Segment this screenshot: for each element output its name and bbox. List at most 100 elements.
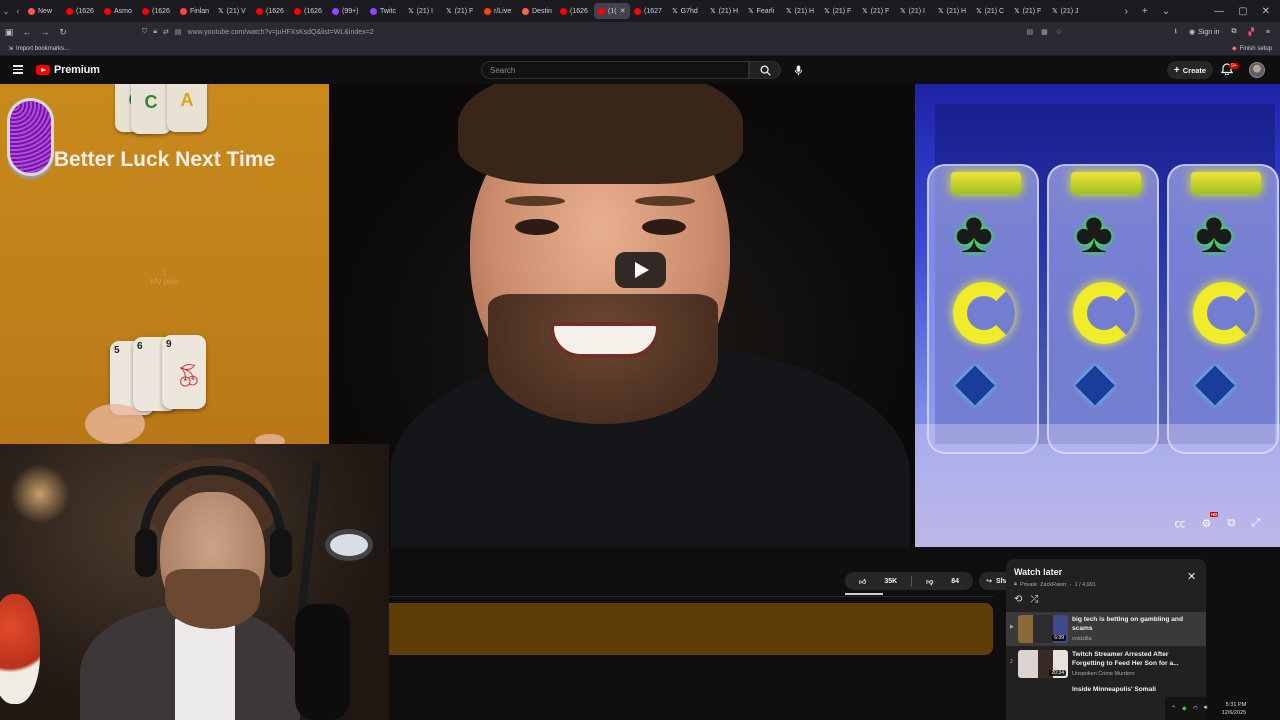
browser-tab[interactable]: (1626 xyxy=(252,3,290,19)
volume-icon[interactable]: 🔊︎ xyxy=(1204,705,1208,712)
shuffle-icon[interactable]: ⤮ xyxy=(1030,594,1038,605)
menu-icon[interactable]: ≡ xyxy=(1266,29,1270,36)
browser-tab[interactable]: 𝕏 (21) J xyxy=(1048,3,1086,19)
clock[interactable]: 5:31 PM 12/6/2025 xyxy=(1222,701,1246,717)
notification-count-badge: 9+ xyxy=(1229,63,1239,69)
browser-tab[interactable]: New xyxy=(24,3,62,19)
settings-gear-icon[interactable]: ⚙ xyxy=(1201,511,1219,530)
browser-tab[interactable]: 𝕏 (21) H xyxy=(934,3,972,19)
browser-tab[interactable]: r/Live xyxy=(480,3,518,19)
restore-icon[interactable]: ▢ xyxy=(1238,6,1247,17)
play-button[interactable] xyxy=(615,252,666,288)
clover-symbol-2: ♣ xyxy=(1075,200,1114,265)
voice-search-button[interactable] xyxy=(788,61,808,79)
browser-tab[interactable]: 𝕏 (21) I xyxy=(404,3,442,19)
wifi-icon[interactable]: ◠ xyxy=(1193,705,1198,712)
browser-tab[interactable]: 𝕏 (21) F xyxy=(1010,3,1048,19)
crown-symbol-2 xyxy=(1071,172,1141,194)
address-bar[interactable]: ⛉ 🔒︎ ⇄ ▤ www.youtube.com/watch?v=juHFXsK… xyxy=(142,24,1062,40)
search-button[interactable] xyxy=(749,61,781,79)
playlist-item-2[interactable]: 2 20:34 Twitch Streamer Arrested After F… xyxy=(1006,647,1206,681)
shield-icon[interactable]: ⛉ xyxy=(142,28,147,36)
browser-tab[interactable]: 𝕏 (21) H xyxy=(706,3,744,19)
browser-tab[interactable]: Destin xyxy=(518,3,556,19)
import-bookmarks-label: Import bookmarks... xyxy=(16,45,70,52)
dislike-button[interactable]: 👎︎ 84 xyxy=(912,577,973,586)
divider xyxy=(389,596,993,597)
scroll-tabs-right-icon[interactable]: › xyxy=(1125,6,1128,17)
hand-image-2 xyxy=(255,434,285,444)
tray-expand-icon[interactable]: ⌃ xyxy=(1171,705,1176,712)
extension-badge-icon[interactable]: ▞ xyxy=(1249,28,1254,36)
fullscreen-icon[interactable]: ⤢ xyxy=(1251,517,1260,530)
forward-icon[interactable]: → xyxy=(36,27,54,37)
playlist-controls: ⟲ ⤮ xyxy=(1014,594,1038,605)
bookmark-star-icon[interactable]: ☆ xyxy=(1056,28,1062,36)
favicon-icon xyxy=(560,7,567,15)
close-playlist-icon[interactable]: ✕ xyxy=(1187,570,1196,583)
guide-menu-icon[interactable] xyxy=(13,65,23,74)
new-tab-button[interactable]: + xyxy=(1142,6,1148,17)
presenter-hair xyxy=(458,84,743,184)
back-icon[interactable]: ← xyxy=(18,27,36,37)
browser-tab[interactable]: 𝕏 (21) F xyxy=(442,3,480,19)
browser-tab[interactable]: 𝕏 (21) F xyxy=(820,3,858,19)
captions-icon[interactable]: ㏄ xyxy=(1174,515,1185,531)
tab-list-icon[interactable]: ⌄ xyxy=(0,6,12,17)
youtube-premium-logo[interactable]: Premium xyxy=(36,64,100,76)
playlist-owner[interactable]: ZackRawrr xyxy=(1040,582,1067,588)
lock-icon: 🔒︎ xyxy=(1014,581,1017,587)
create-button[interactable]: + Create xyxy=(1167,61,1213,79)
reader-view-icon[interactable]: ▤ xyxy=(1026,28,1033,36)
url-text[interactable]: www.youtube.com/watch?v=juHFXsKsdQ&list=… xyxy=(187,29,373,36)
picture-icon[interactable]: ▦ xyxy=(1041,28,1048,36)
minimize-icon[interactable]: — xyxy=(1214,6,1224,17)
x-logo-icon: 𝕏 xyxy=(824,7,830,15)
browser-tab[interactable]: (1626 xyxy=(556,3,594,19)
import-bookmarks-link[interactable]: ⇲ Import bookmarks... xyxy=(8,45,70,53)
description-box[interactable] xyxy=(389,603,993,655)
loop-icon[interactable]: ⟲ xyxy=(1014,594,1022,605)
scroll-tabs-left-icon[interactable]: ‹ xyxy=(12,6,24,16)
presenter-beard xyxy=(488,294,718,424)
avatar[interactable] xyxy=(1249,62,1265,78)
browser-tab[interactable]: 𝕏 (21) I xyxy=(896,3,934,19)
extensions-icon[interactable]: ⧉ xyxy=(1232,28,1237,36)
browser-tab[interactable]: (1627 xyxy=(630,3,668,19)
headset-right-cup xyxy=(270,529,292,577)
playlist-item-1[interactable]: ▶ 6:39 big tech is betting on gambling a… xyxy=(1006,612,1206,646)
browser-tab[interactable]: Twitc xyxy=(366,3,404,19)
browser-tab[interactable]: Asmo xyxy=(100,3,138,19)
close-tab-icon[interactable]: ✕ xyxy=(620,7,626,15)
downloads-icon[interactable]: ⭳ xyxy=(1175,27,1177,38)
browser-tab[interactable]: (1(✕ xyxy=(594,3,630,19)
playlist-title[interactable]: Watch later xyxy=(1014,567,1062,577)
sign-in-button[interactable]: ◉ Sign in xyxy=(1189,28,1220,37)
app-tray-icon[interactable]: ◆ xyxy=(1182,705,1187,712)
browser-tab[interactable]: (1626 xyxy=(290,3,328,19)
search-input[interactable]: Search xyxy=(481,61,749,79)
reload-icon[interactable]: ↻ xyxy=(54,27,72,38)
miniplayer-icon[interactable]: ⧉ xyxy=(1227,517,1235,530)
all-tabs-icon[interactable]: ⌄ xyxy=(1162,6,1170,17)
diamond-symbol: ◆ xyxy=(955,353,995,411)
browser-tab[interactable]: 𝕏 (21) F xyxy=(858,3,896,19)
result-heading: Better Luck Next Time xyxy=(53,148,276,171)
browser-tab[interactable]: (1626 xyxy=(62,3,100,19)
browser-tab[interactable]: 𝕏 (21) V xyxy=(214,3,252,19)
browser-tab[interactable]: Finlan xyxy=(176,3,214,19)
like-button[interactable]: 👍︎ 35K xyxy=(845,577,911,586)
sidebar-toggle-icon[interactable]: ▣ xyxy=(0,27,18,38)
playlist-item-index: ▶ xyxy=(1010,624,1014,630)
browser-tab[interactable]: 𝕏 (21) C xyxy=(972,3,1010,19)
import-icon: ⇲ xyxy=(8,46,14,52)
browser-tab[interactable]: (1626 xyxy=(138,3,176,19)
tab-label: (21) F xyxy=(832,7,852,15)
close-window-icon[interactable]: ✕ xyxy=(1262,6,1270,17)
finish-setup-button[interactable]: ◆ Finish setup xyxy=(1232,45,1272,53)
browser-tab[interactable]: 𝕏 G7hd xyxy=(668,3,706,19)
browser-tab[interactable]: 𝕏 Fearli xyxy=(744,3,782,19)
permissions-icon[interactable]: ⇄ xyxy=(163,28,169,36)
browser-tab[interactable]: (99+) xyxy=(328,3,366,19)
browser-tab[interactable]: 𝕏 (21) H xyxy=(782,3,820,19)
